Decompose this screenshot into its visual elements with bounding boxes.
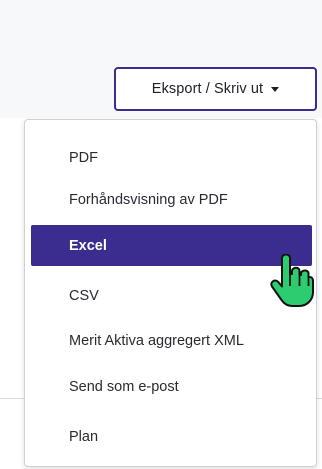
- export-print-button-label: Eksport / Skriv ut: [151, 81, 264, 97]
- menu-item-pdf[interactable]: PDF: [31, 137, 312, 178]
- hand-pointer-icon: [270, 254, 314, 307]
- menu-item-send-email[interactable]: Send som e-post: [31, 366, 312, 407]
- export-print-button[interactable]: Eksport / Skriv ut: [114, 67, 317, 111]
- menu-item-pdf-preview[interactable]: Forhåndsvisning av PDF: [31, 179, 312, 220]
- chevron-down-icon: [271, 87, 280, 92]
- menu-item-merit-aktiva-xml[interactable]: Merit Aktiva aggregert XML: [31, 320, 312, 361]
- menu-item-plan[interactable]: Plan: [31, 416, 312, 457]
